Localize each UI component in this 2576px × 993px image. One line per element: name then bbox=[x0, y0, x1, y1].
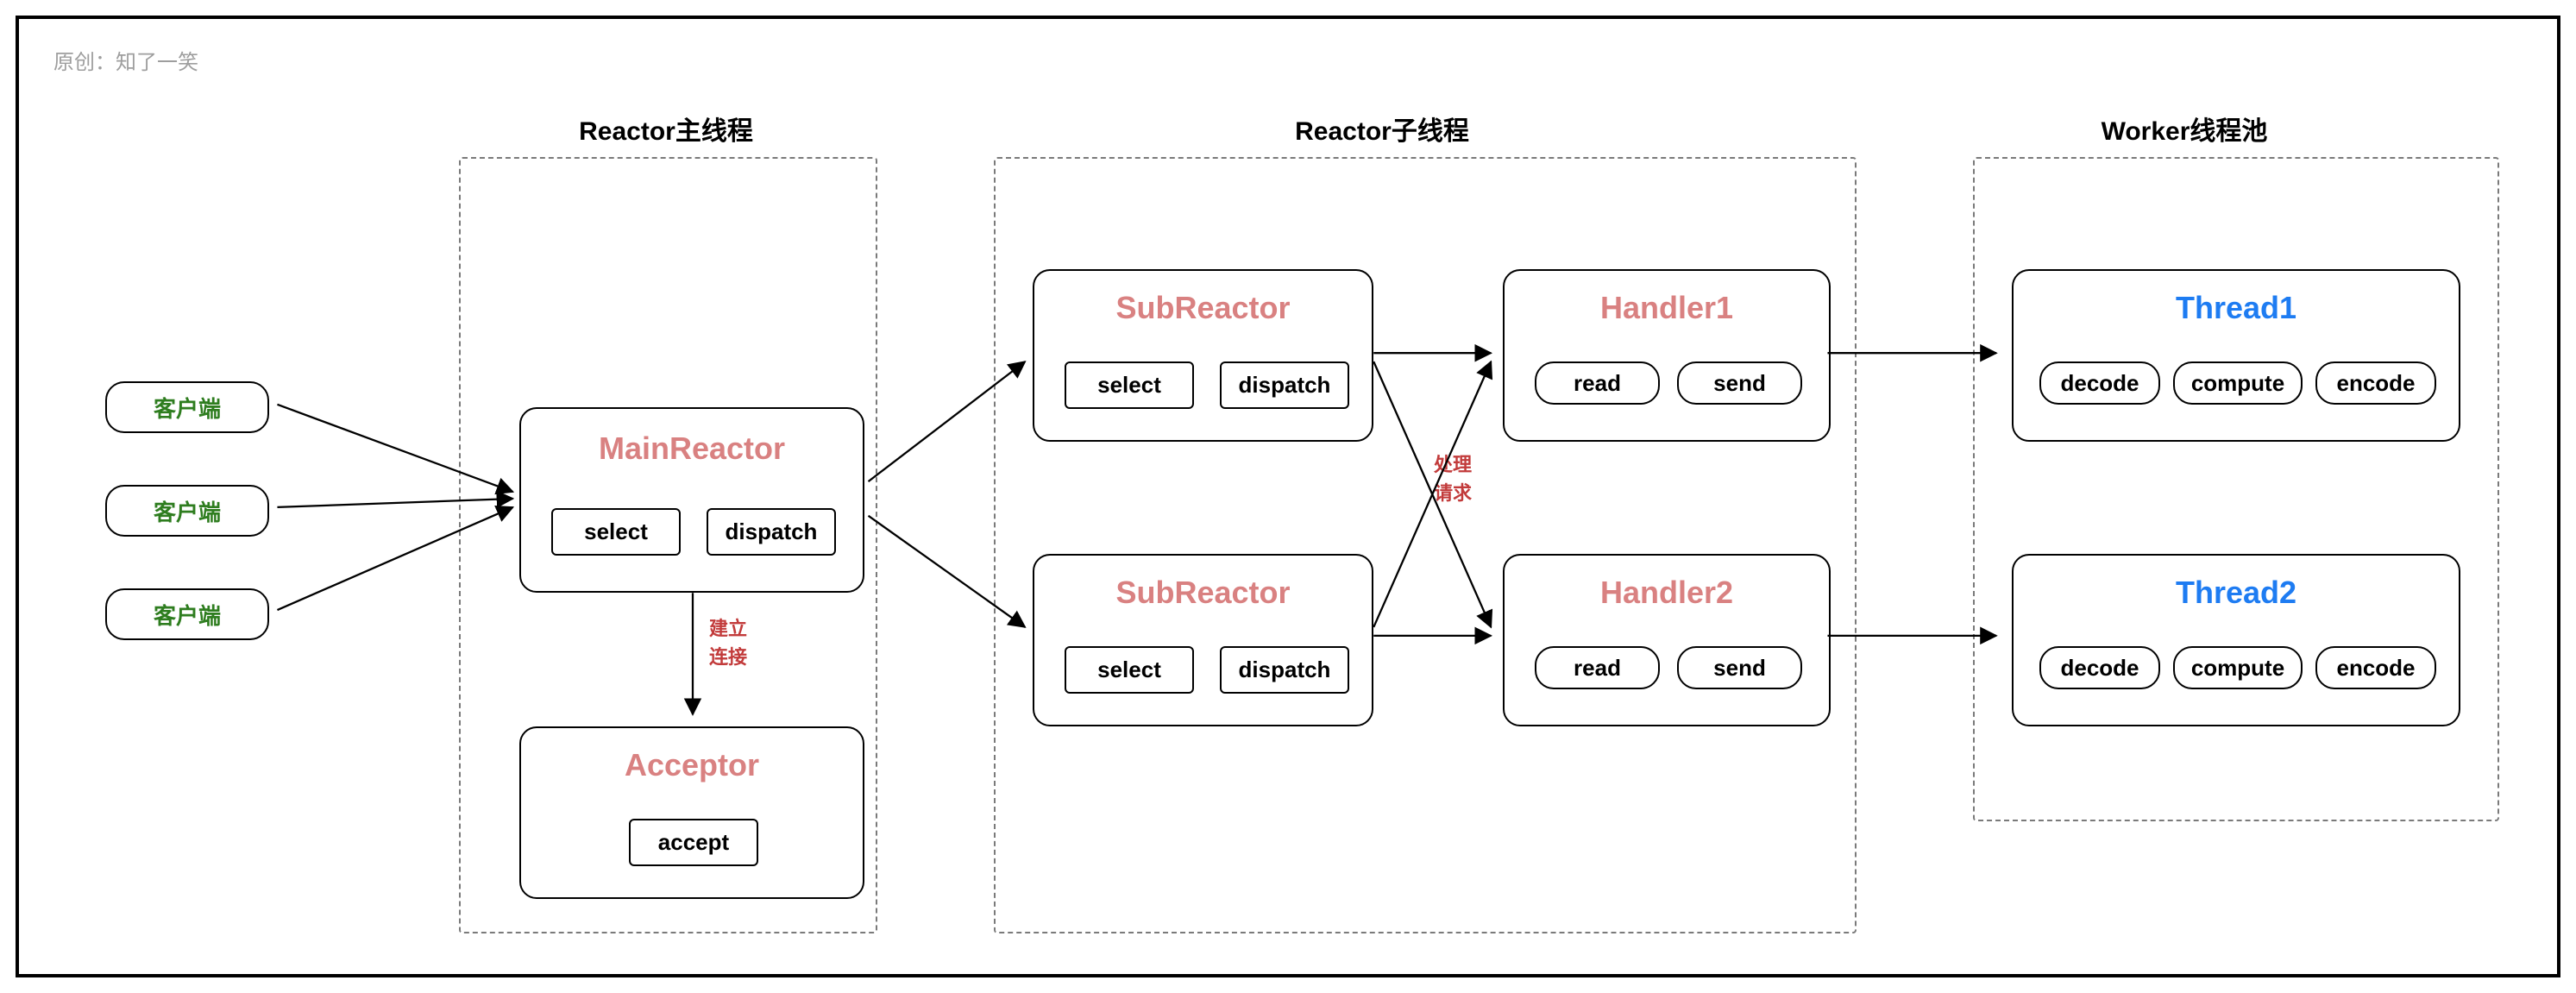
thread-1-card: Thread1 decode compute encode bbox=[2012, 269, 2460, 442]
thread-2-title: Thread2 bbox=[2014, 575, 2459, 611]
edge-label-establish-l2: 连接 bbox=[709, 646, 747, 668]
main-reactor-card: MainReactor select dispatch bbox=[519, 407, 864, 593]
sub-reactor-1-card: SubReactor select dispatch bbox=[1033, 269, 1373, 442]
sub-reactor-2-card: SubReactor select dispatch bbox=[1033, 554, 1373, 726]
edge-label-establish: 建立 连接 bbox=[709, 614, 747, 671]
section-title-worker: Worker线程池 bbox=[2055, 110, 2314, 148]
thread-1-decode: decode bbox=[2039, 361, 2160, 405]
thread-2-card: Thread2 decode compute encode bbox=[2012, 554, 2460, 726]
thread-2-encode: encode bbox=[2315, 646, 2436, 689]
acceptor-title: Acceptor bbox=[521, 747, 863, 783]
edge-label-process-l2: 请求 bbox=[1434, 482, 1472, 504]
handler-1-send: send bbox=[1677, 361, 1802, 405]
handler-2-title: Handler2 bbox=[1505, 575, 1829, 611]
handler-1-read: read bbox=[1535, 361, 1660, 405]
section-title-main: Reactor主线程 bbox=[537, 110, 795, 148]
sub-reactor-1-title: SubReactor bbox=[1034, 290, 1372, 326]
sub-reactor-2-title: SubReactor bbox=[1034, 575, 1372, 611]
thread-1-title: Thread1 bbox=[2014, 290, 2459, 326]
sub-reactor-1-select: select bbox=[1065, 361, 1194, 409]
main-reactor-select: select bbox=[551, 508, 681, 556]
sub-reactor-2-select: select bbox=[1065, 646, 1194, 694]
edge-label-establish-l1: 建立 bbox=[709, 618, 747, 639]
main-reactor-dispatch: dispatch bbox=[707, 508, 836, 556]
main-reactor-title: MainReactor bbox=[521, 431, 863, 467]
client-node-1: 客户端 bbox=[105, 381, 269, 433]
handler-1-card: Handler1 read send bbox=[1503, 269, 1831, 442]
thread-2-decode: decode bbox=[2039, 646, 2160, 689]
section-title-sub: Reactor子线程 bbox=[1253, 110, 1511, 148]
handler-2-read: read bbox=[1535, 646, 1660, 689]
edge-label-process: 处理 请求 bbox=[1434, 450, 1472, 507]
diagram-canvas: 原创：知了一笑 Reactor主线程 Reactor子线程 Worker线程池 … bbox=[16, 16, 2560, 977]
handler-1-title: Handler1 bbox=[1505, 290, 1829, 326]
client-node-3: 客户端 bbox=[105, 588, 269, 640]
acceptor-accept: accept bbox=[629, 819, 758, 866]
handler-2-card: Handler2 read send bbox=[1503, 554, 1831, 726]
acceptor-card: Acceptor accept bbox=[519, 726, 864, 899]
thread-1-encode: encode bbox=[2315, 361, 2436, 405]
sub-reactor-1-dispatch: dispatch bbox=[1220, 361, 1349, 409]
thread-2-compute: compute bbox=[2173, 646, 2303, 689]
sub-reactor-2-dispatch: dispatch bbox=[1220, 646, 1349, 694]
attribution-text: 原创：知了一笑 bbox=[53, 45, 198, 75]
edge-label-process-l1: 处理 bbox=[1434, 454, 1472, 475]
client-node-2: 客户端 bbox=[105, 485, 269, 537]
thread-1-compute: compute bbox=[2173, 361, 2303, 405]
handler-2-send: send bbox=[1677, 646, 1802, 689]
